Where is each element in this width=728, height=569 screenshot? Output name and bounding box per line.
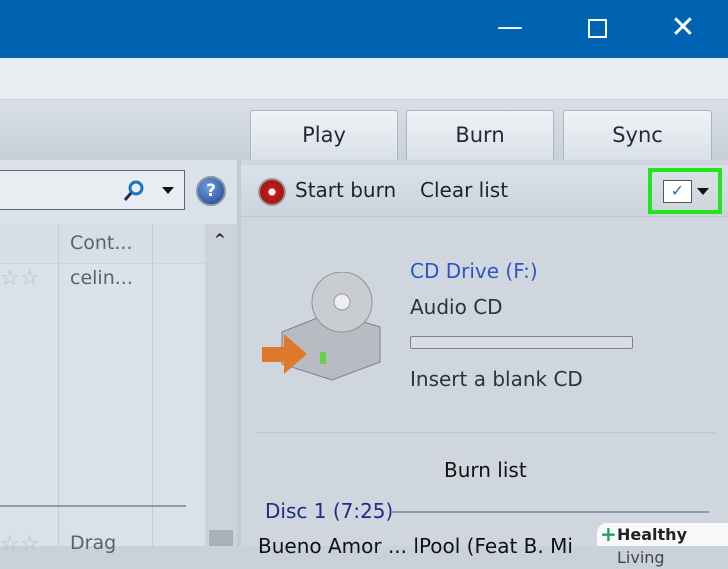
list-item-contributor: celin...	[70, 267, 133, 289]
scrollbar[interactable]: ^	[205, 224, 237, 546]
group-separator	[0, 505, 186, 507]
drive-status: Insert a blank CD	[410, 367, 583, 391]
search-icon	[123, 180, 144, 201]
tab-burn[interactable]: Burn	[406, 110, 554, 160]
burn-disc-icon	[258, 178, 286, 206]
watermark-brand: Healthy	[617, 525, 687, 544]
disc-separator	[391, 511, 709, 513]
column-divider	[58, 224, 59, 546]
drive-name-link[interactable]: CD Drive (F:)	[410, 259, 538, 283]
chevron-down-icon	[697, 188, 709, 195]
disc-label: Disc 1 (7:25)	[265, 499, 394, 523]
scroll-up-icon[interactable]: ^	[214, 232, 226, 248]
rating-stars[interactable]: ☆☆	[0, 266, 39, 291]
menu-band	[0, 58, 728, 100]
burn-list-title: Burn list	[444, 458, 527, 482]
watermark-brand2: Living	[617, 548, 665, 567]
burn-options-button[interactable]: ✓	[648, 168, 722, 214]
minimize-icon[interactable]: —	[490, 12, 530, 42]
divider	[255, 432, 715, 433]
start-burn-button[interactable]: Start burn	[295, 178, 396, 202]
burn-options-icon: ✓	[663, 180, 692, 203]
library-pane	[0, 160, 237, 546]
close-icon[interactable]: ✕	[663, 10, 703, 45]
column-header-contributor[interactable]: Cont...	[70, 232, 133, 254]
tab-sync[interactable]: Sync	[563, 110, 712, 160]
column-divider	[152, 224, 153, 546]
maximize-icon[interactable]	[588, 19, 607, 38]
rating-stars[interactable]: ☆☆	[0, 532, 39, 557]
search-input[interactable]	[0, 170, 185, 210]
cd-drive-icon	[262, 272, 381, 381]
scroll-thumb[interactable]	[209, 530, 233, 546]
help-icon[interactable]: ?	[196, 176, 226, 206]
column-header-row: Cont...	[0, 224, 205, 264]
plus-icon: +	[600, 522, 617, 546]
list-item-contributor: Drag	[70, 532, 117, 554]
search-dropdown-icon[interactable]	[162, 187, 174, 194]
burn-list-item[interactable]: Bueno Amor ... lPool (Feat B. Mi	[258, 534, 598, 558]
watermark: + Healthy Living	[597, 522, 728, 567]
burn-progress-bar	[410, 336, 633, 349]
title-bar: — ✕	[0, 0, 728, 58]
tab-play[interactable]: Play	[250, 110, 398, 160]
disc-type: Audio CD	[410, 295, 503, 319]
clear-list-button[interactable]: Clear list	[420, 178, 508, 202]
